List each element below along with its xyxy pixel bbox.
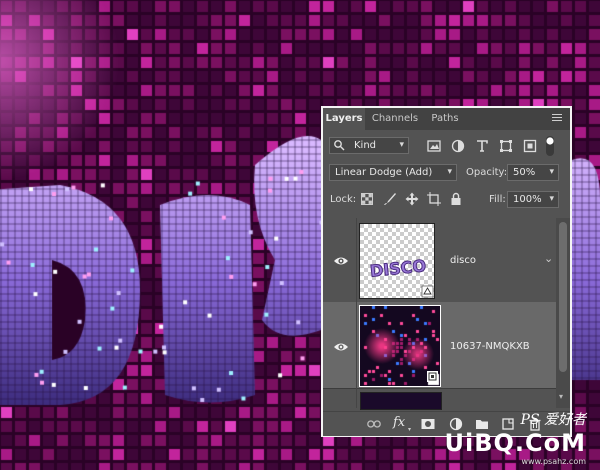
image-filter-icon[interactable]: [427, 139, 441, 153]
lock-all-icon[interactable]: [449, 192, 463, 206]
link-layers-icon[interactable]: [367, 417, 381, 431]
filter-kind-label: Kind: [354, 140, 377, 151]
visibility-column: [323, 388, 357, 408]
tab-layers[interactable]: Layers: [323, 108, 365, 130]
tab-paths[interactable]: Paths: [425, 108, 465, 130]
fill-value: 100%: [513, 194, 542, 205]
lock-label: Lock:: [330, 194, 357, 205]
lock-transparent-pixels-icon[interactable]: [361, 193, 373, 205]
site-watermark: PS 爱好者 UiBQ.CoM www.psahz.com: [444, 409, 586, 466]
layer-row-disco[interactable]: DISCO disco ⌄: [323, 218, 556, 303]
layer-expand-chevron-icon[interactable]: ⌄: [544, 252, 553, 265]
smart-object-badge-icon: [427, 371, 438, 382]
layer-row-texture[interactable]: 10637-NMQKXB: [323, 302, 556, 389]
layer-row-partial[interactable]: [323, 388, 556, 410]
eye-icon[interactable]: [333, 253, 349, 269]
search-icon: [334, 140, 345, 151]
blend-row: Linear Dodge (Add) ▾ Opacity: 50% ▾: [323, 163, 570, 183]
lock-artboard-icon[interactable]: [427, 192, 441, 206]
scroll-down-icon[interactable]: ▾: [559, 392, 563, 401]
layers-panel: Layers Channels Paths Kind ▾ Linear Dodg…: [321, 106, 572, 437]
watermark-ps-text: PS 爱好者: [520, 412, 586, 428]
fill-field[interactable]: 100% ▾: [507, 191, 559, 208]
filter-toggle-icon[interactable]: [545, 135, 555, 157]
tab-channels[interactable]: Channels: [367, 108, 423, 130]
smart-object-filter-icon[interactable]: [523, 139, 537, 153]
watermark-logo: UiBQ.CoM: [444, 429, 586, 457]
filter-kind-select[interactable]: Kind ▾: [329, 137, 409, 154]
eye-icon[interactable]: [333, 339, 349, 355]
chevron-down-icon: ▾: [447, 167, 452, 177]
lock-row: Lock: Fill: 100% ▾: [323, 190, 570, 210]
chevron-down-icon: ▾: [549, 167, 554, 177]
chevron-down-icon: ▾: [549, 194, 554, 204]
panel-tab-bar: Layers Channels Paths: [323, 108, 570, 130]
chevron-down-icon: ▾: [399, 140, 404, 150]
lock-position-icon[interactable]: [405, 192, 419, 206]
scrollbar-thumb[interactable]: [559, 222, 567, 372]
layers-scrollbar[interactable]: ▾: [556, 218, 570, 408]
fill-label: Fill:: [489, 194, 506, 205]
shape-filter-icon[interactable]: [499, 139, 513, 153]
fx-dropdown-icon: ▾: [408, 426, 412, 433]
layer-thumbnail-partial: [360, 392, 442, 410]
layers-list: DISCO disco ⌄ 10637-NMQKXB: [323, 218, 556, 410]
add-mask-icon[interactable]: [421, 417, 435, 431]
adjustment-filter-icon[interactable]: [451, 139, 465, 153]
layer-name-disco[interactable]: disco: [450, 255, 476, 266]
opacity-field[interactable]: 50% ▾: [507, 164, 559, 181]
layer-name-texture[interactable]: 10637-NMQKXB: [450, 341, 530, 352]
filter-row: Kind ▾: [323, 136, 570, 156]
blend-mode-value: Linear Dodge (Add): [335, 167, 433, 178]
lock-image-pixels-icon[interactable]: [383, 192, 397, 206]
fx-icon[interactable]: fx: [393, 415, 405, 430]
blend-mode-select[interactable]: Linear Dodge (Add) ▾: [329, 164, 457, 181]
opacity-value: 50%: [513, 167, 536, 178]
layer-thumbnail-disco: DISCO: [359, 223, 435, 299]
opacity-label: Opacity:: [466, 167, 508, 178]
type-filter-icon[interactable]: [475, 139, 489, 153]
panel-menu-icon[interactable]: [552, 114, 562, 124]
watermark-url: www.psahz.com: [521, 457, 586, 466]
